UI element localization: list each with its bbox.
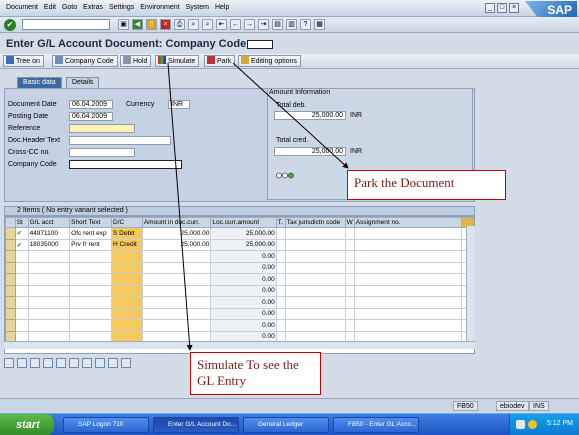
park-arrow [232,62,349,169]
simulate-arrow [167,62,193,351]
simulate-callout: Simulate To see the GL Entry [190,352,321,395]
status-mode: INS [529,401,549,411]
tray-volume-icon[interactable] [528,420,537,429]
start-button[interactable]: start [0,414,54,435]
status-transaction: FB50 [453,401,478,411]
task-sap-logon[interactable]: SAP Logon 710 [63,417,149,433]
status-bar: FB50 ebiodev INS [0,398,579,412]
task-enter-gl-document[interactable]: Enter G/L Account Do... [153,417,239,433]
windows-taskbar: start SAP Logon 710 Enter G/L Account Do… [0,413,579,435]
status-server: ebiodev [496,401,529,411]
task-fb50[interactable]: FB50 - Enter GL Acco... [333,417,419,433]
task-general-ledger[interactable]: General Ledger [243,417,329,433]
tray-network-icon[interactable] [516,420,525,429]
taskbar-clock: 5:12 PM [546,420,573,427]
system-tray: 5:12 PM [509,414,579,435]
park-callout: Park the Document [347,170,506,200]
